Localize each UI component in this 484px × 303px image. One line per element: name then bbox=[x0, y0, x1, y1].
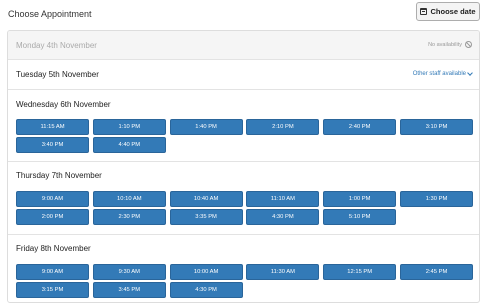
time-slot-button[interactable]: 11:10 AM bbox=[246, 191, 320, 207]
time-slot-button[interactable]: 3:35 PM bbox=[169, 209, 243, 225]
time-slot-button[interactable]: 4:30 PM bbox=[246, 209, 320, 225]
time-slot-button[interactable]: 3:15 PM bbox=[16, 282, 89, 298]
time-slot-button[interactable]: 4:40 PM bbox=[92, 137, 166, 153]
day-row-tuesday: Tuesday 5th November Other staff availab… bbox=[8, 60, 479, 90]
appointment-list: Monday 4th November No availability Tues… bbox=[7, 30, 480, 303]
other-staff-text: Other staff available bbox=[412, 71, 466, 77]
time-slot-button[interactable]: 9:00 AM bbox=[16, 264, 89, 280]
day-label: Monday 4th November bbox=[16, 41, 97, 50]
day-label: Tuesday 5th November bbox=[16, 70, 99, 79]
day-row-thursday: Thursday 7th November 9:00 AM 10:10 AM 10:… bbox=[8, 162, 479, 235]
time-slot-button[interactable]: 10:00 AM bbox=[169, 264, 243, 280]
time-slot-button[interactable]: 9:30 AM bbox=[92, 264, 166, 280]
time-slot-button[interactable]: 11:30 AM bbox=[246, 264, 320, 280]
time-slot-button[interactable]: 3:45 PM bbox=[92, 282, 166, 298]
time-slot-button[interactable]: 2:10 PM bbox=[246, 119, 320, 135]
time-slot-button[interactable]: 1:10 PM bbox=[92, 119, 166, 135]
availability-text: No availability bbox=[428, 41, 462, 48]
time-slot-button[interactable]: 4:30 PM bbox=[169, 282, 243, 298]
time-slot-button[interactable]: 11:15 AM bbox=[16, 119, 89, 135]
day-row-wednesday: Wednesday 6th November 11:15 AM 1:10 PM 1:… bbox=[8, 90, 479, 162]
time-slot-button[interactable]: 1:00 PM bbox=[323, 191, 397, 207]
day-label: Friday 8th November bbox=[16, 244, 91, 253]
other-staff-link[interactable]: Other staff available bbox=[412, 70, 473, 77]
time-slot-button[interactable]: 9:00 AM bbox=[16, 191, 89, 207]
time-slot-button[interactable]: 3:40 PM bbox=[16, 137, 89, 153]
availability-status: No availability bbox=[428, 41, 472, 48]
day-row-friday: Friday 8th November 9:00 AM 9:30 AM 10:00 … bbox=[8, 235, 479, 302]
time-slot-button[interactable]: 5:10 PM bbox=[323, 209, 397, 225]
time-slot-button[interactable]: 2:30 PM bbox=[92, 209, 166, 225]
time-slot-button[interactable]: 2:45 PM bbox=[400, 264, 473, 280]
time-slot-button[interactable]: 3:10 PM bbox=[400, 119, 473, 135]
page-title: Choose Appointment bbox=[8, 9, 92, 19]
day-label: Wednesday 6th November bbox=[16, 100, 111, 109]
ban-icon bbox=[465, 41, 472, 48]
time-slot-button[interactable]: 2:00 PM bbox=[16, 209, 89, 225]
day-label: Thursday 7th November bbox=[16, 171, 102, 180]
time-slot-button[interactable]: 1:40 PM bbox=[169, 119, 243, 135]
time-slot-button[interactable]: 1:30 PM bbox=[400, 191, 473, 207]
day-row-monday: Monday 4th November No availability bbox=[8, 31, 479, 60]
time-slot-button[interactable]: 10:10 AM bbox=[92, 191, 166, 207]
time-slot-button[interactable]: 2:40 PM bbox=[323, 119, 397, 135]
choose-date-label: Choose date bbox=[430, 7, 476, 16]
time-slot-button[interactable]: 12:15 PM bbox=[323, 264, 397, 280]
time-slot-button[interactable]: 10:40 AM bbox=[169, 191, 243, 207]
calendar-icon bbox=[420, 8, 428, 15]
choose-date-button[interactable]: Choose date bbox=[416, 2, 480, 21]
chevron-down-icon bbox=[467, 70, 473, 76]
page-header: Choose Appointment Choose date bbox=[0, 0, 484, 28]
